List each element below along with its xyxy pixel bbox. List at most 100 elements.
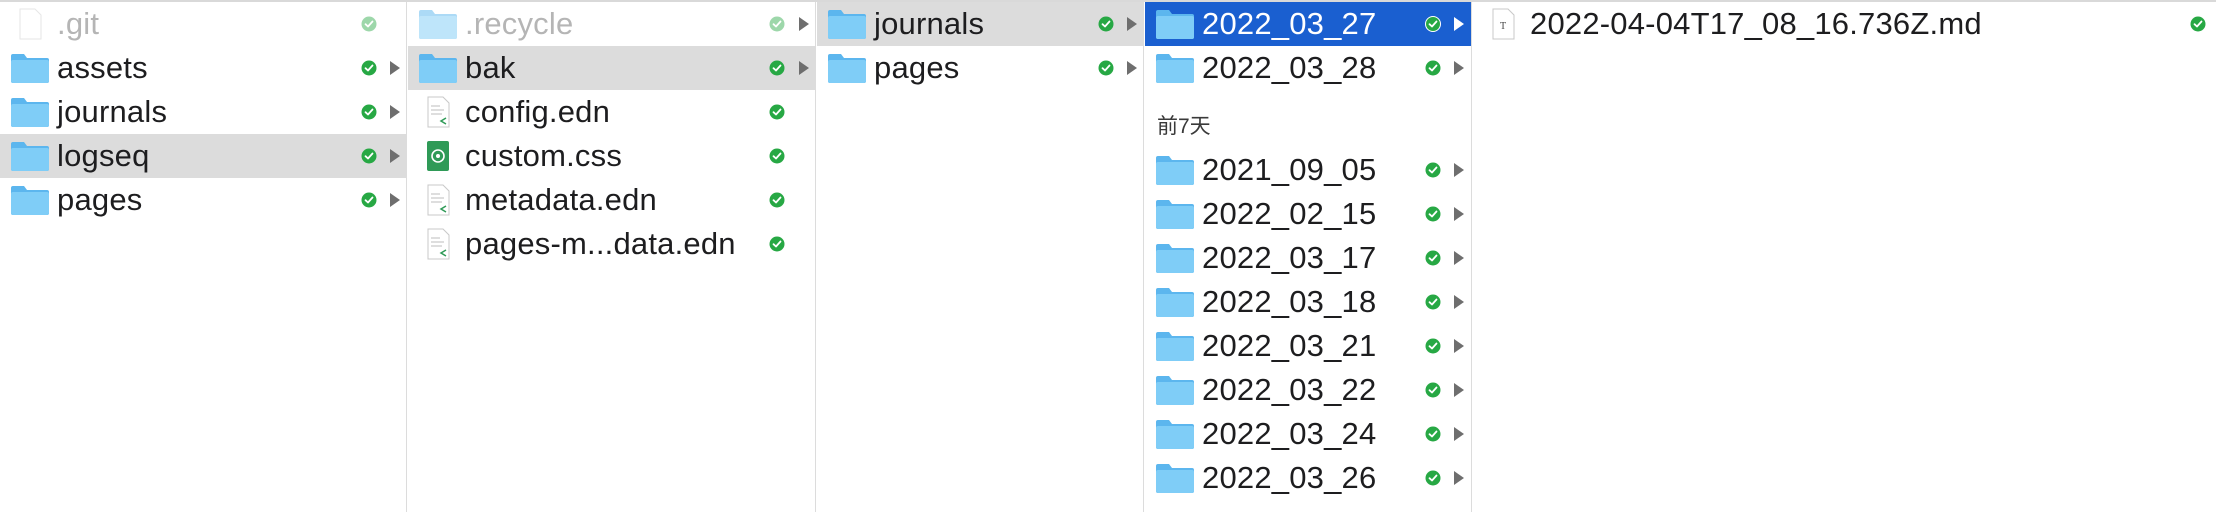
file-name: pages [57, 182, 143, 217]
file-name: 2022_03_24 [1202, 416, 1377, 451]
file-row-journals[interactable]: journals [0, 90, 406, 134]
disclosure-arrow-icon[interactable] [390, 61, 400, 75]
sync-status-icon [1425, 162, 1441, 178]
file-row-2022-03-26[interactable]: 2022_03_26 [1145, 456, 1471, 500]
file-name: 2022_03_21 [1202, 328, 1377, 363]
file-name: .git [57, 6, 100, 41]
disclosure-arrow-icon[interactable] [1454, 163, 1464, 177]
sync-status-icon [1425, 16, 1441, 32]
column-browser: .git assets journals logseq pages .recycle ba… [0, 0, 2216, 512]
file-row-2021-09-05[interactable]: 2021_09_05 [1145, 148, 1471, 192]
code-file-icon [418, 96, 458, 128]
sync-status-icon [769, 60, 785, 76]
sync-status-icon [1425, 470, 1441, 486]
file-name: logseq [57, 138, 150, 173]
column-5[interactable]: T 2022-04-04T17_08_16.736Z.md [1473, 2, 2216, 512]
folder-icon [827, 52, 867, 84]
file-row-pages[interactable]: pages [817, 46, 1143, 90]
disclosure-arrow-icon[interactable] [799, 61, 809, 75]
sync-status-icon [1425, 60, 1441, 76]
folder-icon [10, 184, 50, 216]
disclosure-arrow-icon[interactable] [1127, 17, 1137, 31]
file-row-custom-css[interactable]: custom.css [408, 134, 815, 178]
file-name: custom.css [465, 138, 623, 173]
file-name: 2022_03_17 [1202, 240, 1377, 275]
sync-status-icon [769, 16, 785, 32]
file-row-2022-03-27[interactable]: 2022_03_27 [1145, 2, 1471, 46]
disclosure-arrow-icon[interactable] [1454, 17, 1464, 31]
file-row-2022-04-04t17-08-16-736z-md[interactable]: T 2022-04-04T17_08_16.736Z.md [1473, 2, 2216, 46]
sync-status-icon [361, 192, 377, 208]
disclosure-arrow-icon[interactable] [1454, 207, 1464, 221]
file-name: .recycle [465, 6, 574, 41]
sync-status-icon [1425, 338, 1441, 354]
file-row-journals[interactable]: journals [817, 2, 1143, 46]
file-row-pages[interactable]: pages [0, 178, 406, 222]
section-header: 前7天 [1157, 115, 1211, 138]
file-name: 2021_09_05 [1202, 152, 1377, 187]
svg-text:T: T [1500, 21, 1506, 32]
folder-icon [10, 96, 50, 128]
sync-status-icon [361, 104, 377, 120]
column-1[interactable]: .git assets journals logseq pages [0, 2, 407, 512]
file-row-2022-03-18[interactable]: 2022_03_18 [1145, 280, 1471, 324]
disclosure-arrow-icon[interactable] [390, 149, 400, 163]
file-row-git[interactable]: .git [0, 2, 406, 46]
folder-icon [10, 140, 50, 172]
file-name: 2022_03_27 [1202, 6, 1377, 41]
disclosure-arrow-icon[interactable] [1454, 61, 1464, 75]
code-file-icon [418, 184, 458, 216]
file-name: metadata.edn [465, 182, 657, 217]
disclosure-arrow-icon[interactable] [390, 105, 400, 119]
folder-icon [418, 52, 458, 84]
file-row-2022-03-17[interactable]: 2022_03_17 [1145, 236, 1471, 280]
file-name: 2022_02_15 [1202, 196, 1377, 231]
file-row-2022-02-15[interactable]: 2022_02_15 [1145, 192, 1471, 236]
disclosure-arrow-icon[interactable] [1454, 427, 1464, 441]
disclosure-arrow-icon[interactable] [1454, 471, 1464, 485]
file-name: pages [874, 50, 960, 85]
sync-status-icon [1098, 60, 1114, 76]
file-row-metadata-edn[interactable]: metadata.edn [408, 178, 815, 222]
sync-status-icon [1098, 16, 1114, 32]
file-name: 2022_03_22 [1202, 372, 1377, 407]
folder-icon [418, 8, 458, 40]
folder-icon [1155, 198, 1195, 230]
file-row-2022-03-24[interactable]: 2022_03_24 [1145, 412, 1471, 456]
disclosure-arrow-icon[interactable] [1454, 339, 1464, 353]
folder-icon [1155, 8, 1195, 40]
file-row-pages-m-data-edn[interactable]: pages-m...data.edn [408, 222, 815, 266]
folder-icon [1155, 462, 1195, 494]
folder-icon [1155, 154, 1195, 186]
sync-status-icon [2190, 16, 2206, 32]
disclosure-arrow-icon[interactable] [1454, 251, 1464, 265]
column-2[interactable]: .recycle bak config.edn custom.css metadata.… [408, 2, 816, 512]
file-row-config-edn[interactable]: config.edn [408, 90, 815, 134]
disclosure-arrow-icon[interactable] [390, 193, 400, 207]
sync-status-icon [361, 16, 377, 32]
css-file-icon [418, 140, 458, 172]
file-name: assets [57, 50, 148, 85]
folder-icon [1155, 330, 1195, 362]
folder-icon [1155, 374, 1195, 406]
folder-icon [827, 8, 867, 40]
file-row-assets[interactable]: assets [0, 46, 406, 90]
sync-status-icon [1425, 250, 1441, 266]
file-row-bak[interactable]: bak [408, 46, 815, 90]
sync-status-icon [769, 148, 785, 164]
file-row-2022-03-21[interactable]: 2022_03_21 [1145, 324, 1471, 368]
disclosure-arrow-icon[interactable] [1127, 61, 1137, 75]
file-row-recycle[interactable]: .recycle [408, 2, 815, 46]
folder-icon [1155, 286, 1195, 318]
disclosure-arrow-icon[interactable] [1454, 383, 1464, 397]
column-4[interactable]: 2022_03_27 2022_03_28 前7天 2021_09_05 2022_02… [1145, 2, 1472, 512]
file-name: journals [57, 94, 168, 129]
file-row-2022-03-22[interactable]: 2022_03_22 [1145, 368, 1471, 412]
folder-icon [1155, 52, 1195, 84]
sync-status-icon [1425, 206, 1441, 222]
file-row-2022-03-28[interactable]: 2022_03_28 [1145, 46, 1471, 90]
disclosure-arrow-icon[interactable] [799, 17, 809, 31]
column-3[interactable]: journals pages [817, 2, 1144, 512]
file-row-logseq[interactable]: logseq [0, 134, 406, 178]
disclosure-arrow-icon[interactable] [1454, 295, 1464, 309]
